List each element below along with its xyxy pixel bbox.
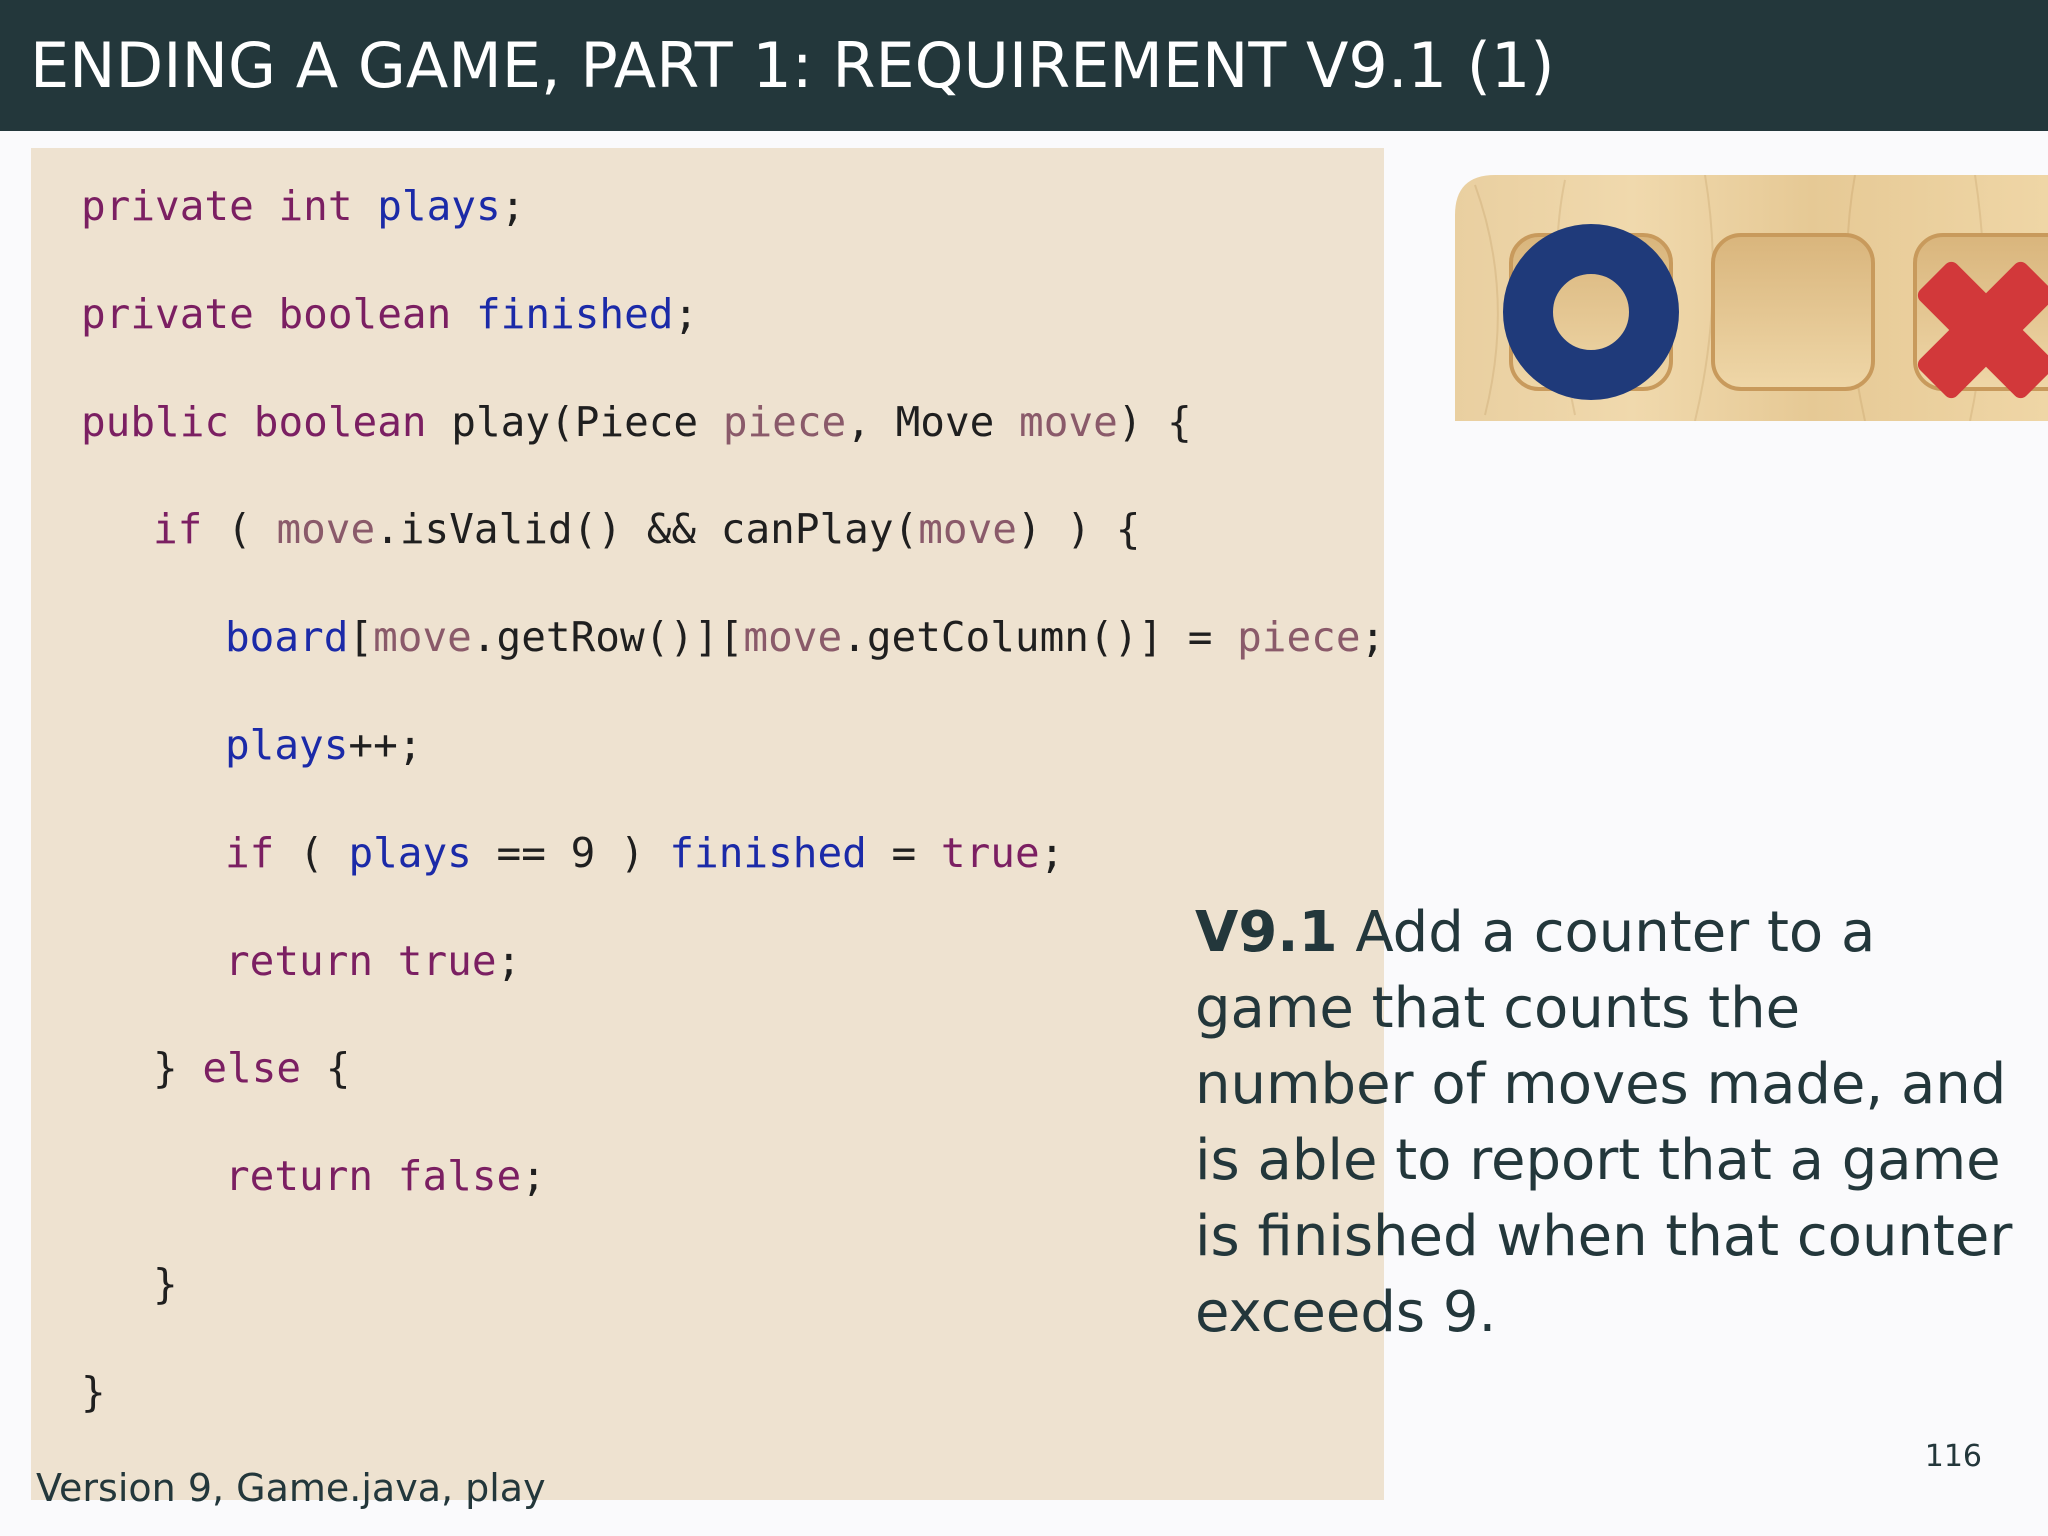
code-token: .isValid() && canPlay(: [375, 505, 919, 554]
tic-tac-toe-board-image: [1455, 175, 2048, 421]
code-token: move: [1019, 397, 1118, 446]
code-token: if: [153, 505, 203, 554]
code-token: ++;: [348, 721, 423, 769]
slide-header: ENDING A GAME, PART 1: REQUIREMENT V9.1 …: [0, 0, 2048, 131]
code-line: if ( plays == 9 ) finished = true;: [225, 828, 1064, 878]
code-line: plays++;: [225, 720, 422, 770]
code-token: finished: [669, 828, 867, 877]
code-token: == 9 ): [471, 828, 670, 877]
code-token: move: [743, 613, 843, 662]
code-block: private int plays; private boolean finish…: [31, 148, 1385, 1500]
requirement-id: V9.1: [1195, 900, 1338, 965]
code-token: plays: [348, 828, 472, 877]
code-line: }: [153, 1259, 178, 1309]
code-token: ) {: [1117, 397, 1192, 446]
page-number: 116: [1924, 1439, 1982, 1474]
code-token: public: [81, 397, 230, 446]
code-token: int: [278, 182, 353, 230]
code-token: play(Piece: [426, 397, 723, 446]
code-token: ;: [1360, 613, 1386, 662]
code-line: board[move.getRow()][move.getColumn()] =…: [225, 612, 1385, 662]
requirement-body: Add a counter to a game that counts the …: [1195, 900, 2013, 1345]
code-token: return: [225, 936, 374, 985]
code-token: ;: [496, 936, 522, 985]
code-token: ;: [673, 289, 699, 338]
code-token: board: [225, 613, 349, 662]
code-token: .getRow()][: [471, 613, 744, 662]
code-token: (: [274, 828, 349, 877]
code-token: boolean: [253, 397, 427, 446]
code-line: private boolean finished;: [81, 289, 698, 339]
code-token: plays: [225, 721, 349, 769]
requirement-text: V9.1 Add a counter to a game that counts…: [1195, 895, 2015, 1351]
board-slot-2: [1711, 233, 1875, 391]
code-token: finished: [475, 289, 674, 338]
code-token: if: [225, 828, 275, 877]
code-line: } else {: [153, 1043, 351, 1093]
code-token: true: [940, 828, 1040, 877]
code-token: plays: [377, 182, 501, 230]
code-token: .getColumn()] =: [842, 613, 1238, 662]
code-token: piece: [722, 397, 847, 446]
code-token: ;: [500, 182, 526, 230]
code-token: return: [225, 1152, 374, 1201]
code-token: ) ) {: [1017, 505, 1141, 554]
code-line: if ( move.isValid() && canPlay(move) ) {: [153, 504, 1140, 554]
code-token: boolean: [278, 289, 452, 338]
code-caption: Version 9, Game.java, play: [36, 1466, 546, 1510]
code-token: move: [373, 613, 472, 662]
slide-title: ENDING A GAME, PART 1: REQUIREMENT V9.1 …: [30, 29, 1555, 102]
code-token: }: [81, 1367, 106, 1416]
code-token: }: [153, 1044, 203, 1093]
code-line: }: [81, 1367, 106, 1417]
code-token: piece: [1237, 613, 1361, 662]
code-line: return true;: [225, 936, 521, 986]
code-token: move: [918, 505, 1017, 554]
code-token: private: [81, 182, 254, 230]
code-token: , Move: [846, 397, 1020, 446]
code-token: false: [397, 1152, 522, 1201]
code-line: return false;: [225, 1151, 546, 1201]
code-token: (: [202, 505, 277, 554]
code-token: move: [276, 505, 376, 554]
code-token: }: [153, 1260, 178, 1308]
code-token: {: [301, 1044, 351, 1093]
code-token: =: [866, 828, 941, 877]
code-token: true: [397, 936, 497, 985]
code-token: ;: [1039, 828, 1065, 877]
code-token: private: [81, 289, 254, 338]
code-line: public boolean play(Piece piece, Move mo…: [81, 397, 1192, 447]
code-token: [: [348, 613, 374, 662]
code-token: ;: [521, 1152, 546, 1201]
code-line: private int plays;: [81, 181, 525, 231]
code-token: else: [202, 1044, 302, 1093]
